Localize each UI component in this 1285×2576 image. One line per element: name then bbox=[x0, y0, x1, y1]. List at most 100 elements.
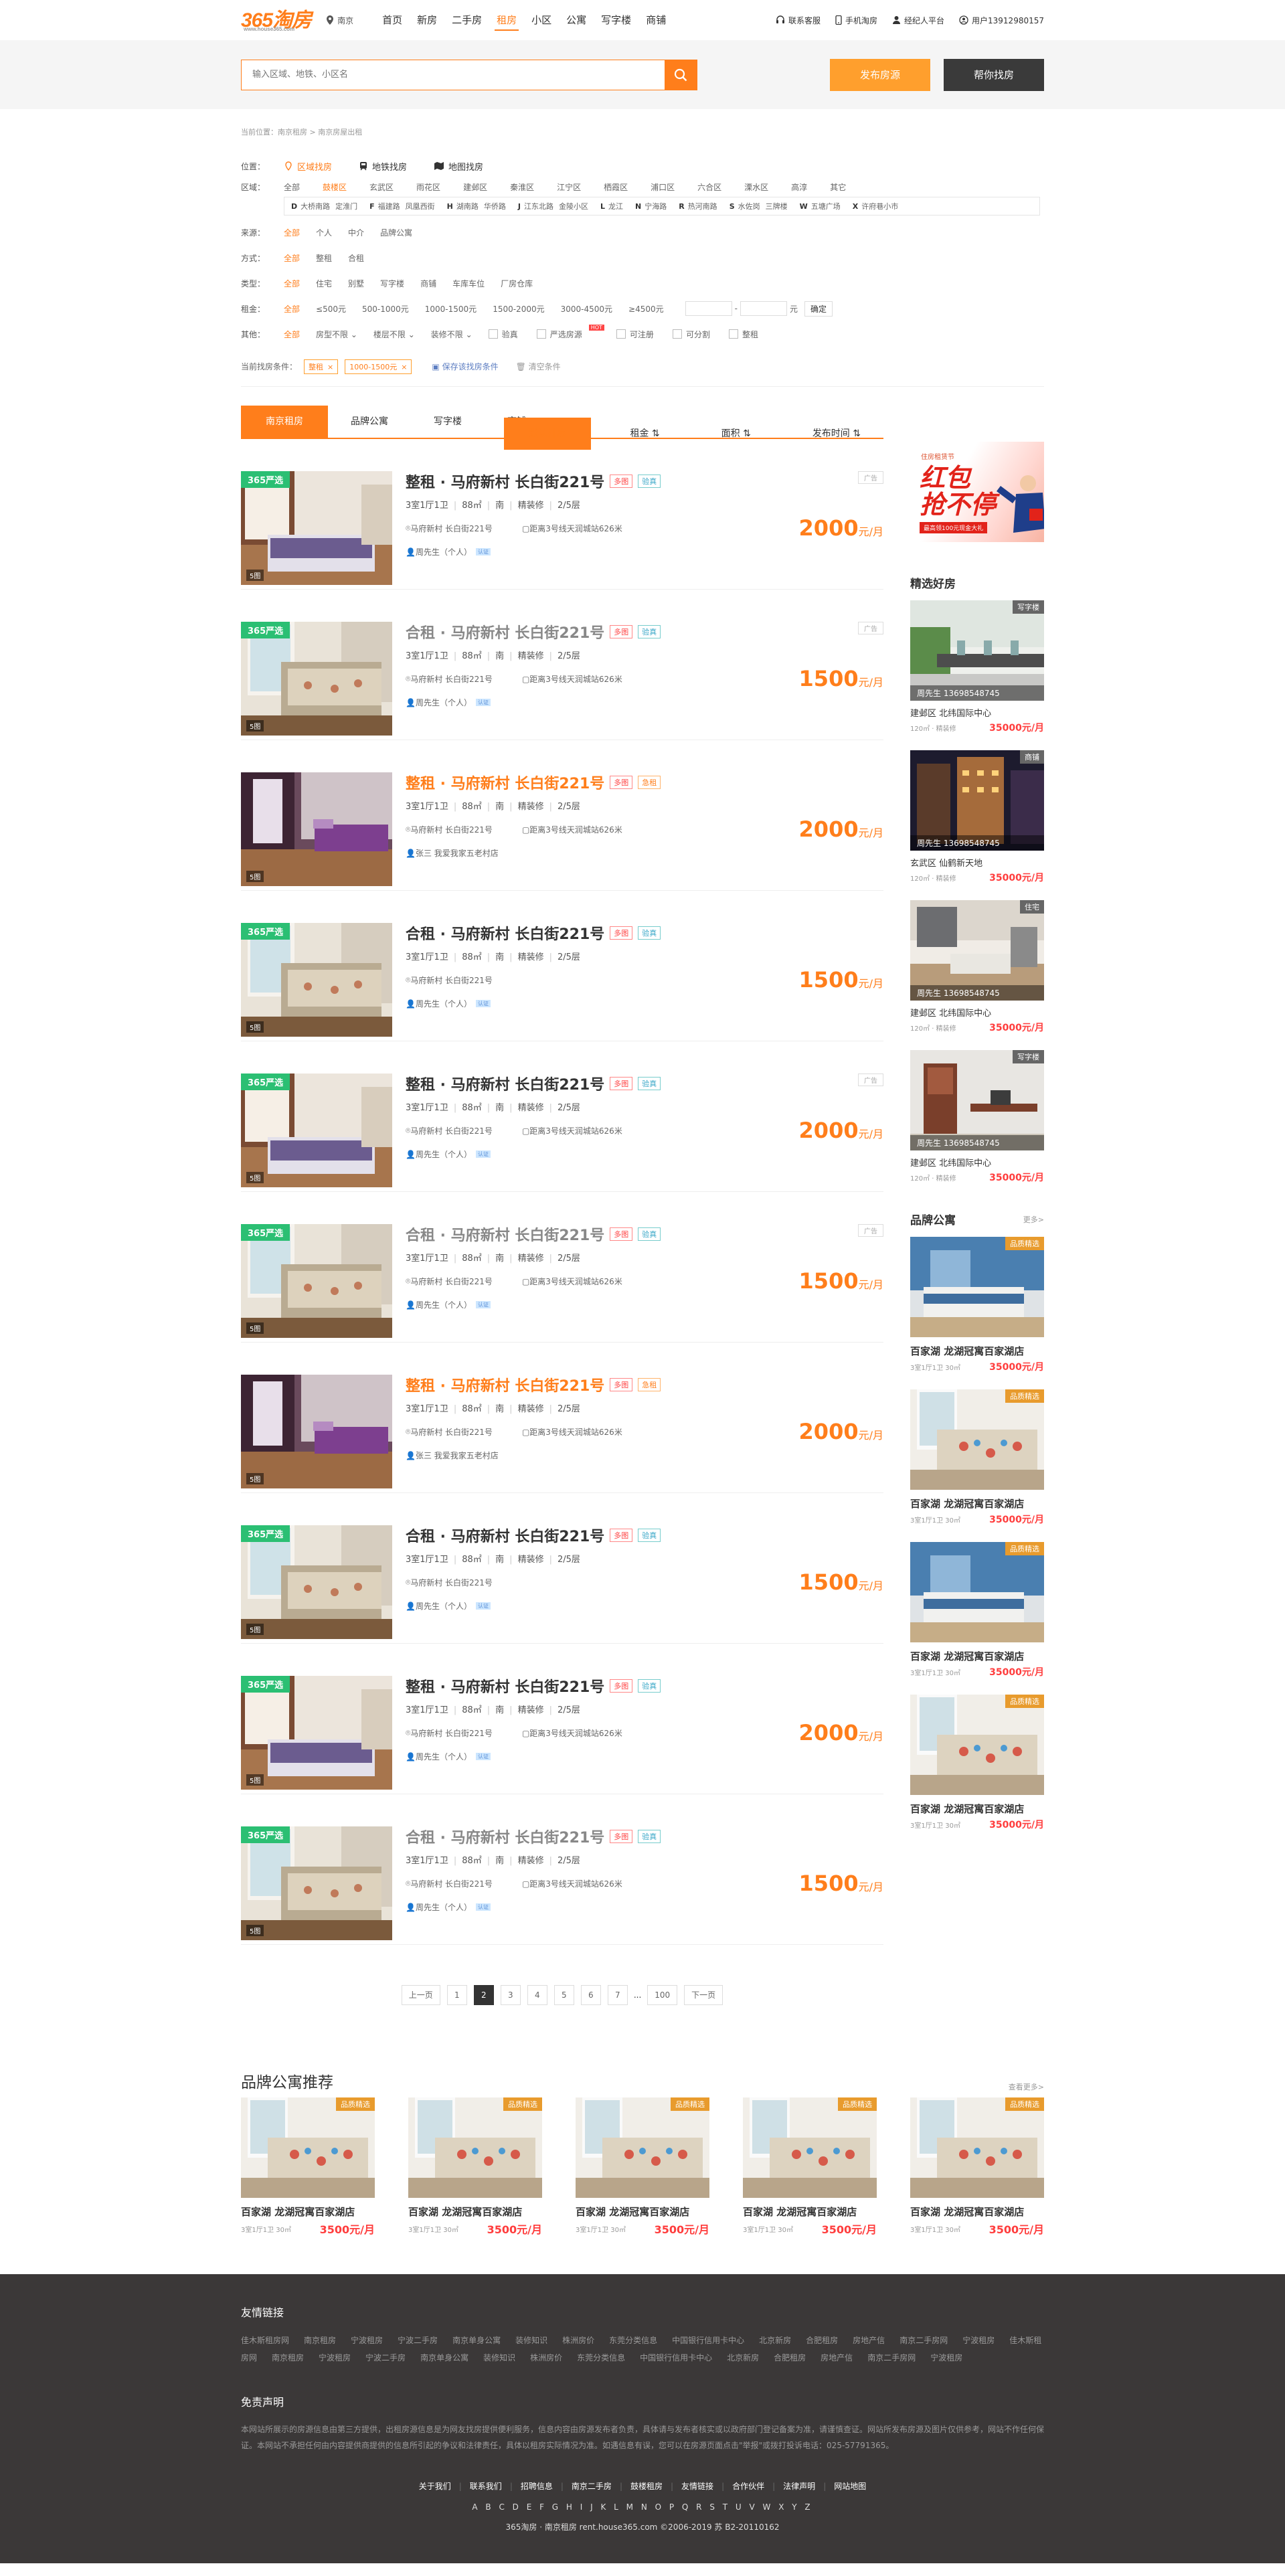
brand-name[interactable]: 百家湖 龙湖冠寓百家湖店 bbox=[910, 1802, 1044, 1816]
nav-item[interactable]: 首页 bbox=[375, 0, 410, 40]
filter-dropdown[interactable]: 楼层不限 ⌄ bbox=[373, 329, 415, 340]
filter-option[interactable]: 3000-4500元 bbox=[561, 303, 612, 315]
max-price-input[interactable] bbox=[740, 301, 787, 316]
brand-photo[interactable]: 品质精选 bbox=[910, 1695, 1044, 1795]
footer-nav-link[interactable]: 网站地图 bbox=[834, 2482, 866, 2491]
filter-checkbox[interactable]: 可分割 bbox=[673, 329, 710, 340]
friend-link[interactable]: 合肥租房 bbox=[806, 2336, 838, 2345]
filter-option[interactable]: ≥4500元 bbox=[628, 303, 664, 315]
footer-nav-link[interactable]: 鼓楼租房 bbox=[630, 2482, 663, 2491]
filter-option[interactable]: 车库车位 bbox=[452, 278, 485, 289]
friend-link[interactable]: 装修知识 bbox=[515, 2336, 547, 2345]
filter-option[interactable]: 全部 bbox=[284, 252, 300, 264]
filter-checkbox[interactable]: 整租 bbox=[729, 329, 758, 340]
friend-link[interactable]: 中国银行信用卡中心 bbox=[672, 2336, 744, 2345]
min-price-input[interactable] bbox=[685, 301, 732, 316]
sub-area-option[interactable]: 许府巷小市 bbox=[861, 201, 898, 211]
mode-area[interactable]: 区域找房 bbox=[284, 160, 332, 173]
friend-link[interactable]: 宁波租房 bbox=[962, 2336, 995, 2345]
nav-item[interactable]: 公寓 bbox=[559, 0, 594, 40]
listing-photo[interactable]: 5图 bbox=[241, 1375, 392, 1488]
agent-text[interactable]: 周先生（个人） bbox=[416, 1600, 472, 1612]
good-listing-photo[interactable]: 住宅 周先生 13698548745 bbox=[910, 900, 1044, 1001]
agent-text[interactable]: 张三 我爱我家五老村店 bbox=[416, 1450, 499, 1461]
tab-1[interactable]: 品牌公寓 bbox=[328, 406, 411, 438]
listing-photo[interactable]: 365严选 5图 bbox=[241, 1224, 392, 1338]
agent-text[interactable]: 周先生（个人） bbox=[416, 1751, 472, 1762]
friend-link[interactable]: 东莞分类信息 bbox=[577, 2353, 625, 2363]
friend-link[interactable]: 南京二手房网 bbox=[900, 2336, 948, 2345]
filter-checkbox[interactable]: 验真 bbox=[489, 329, 518, 340]
filter-option[interactable]: 厂房仓库 bbox=[501, 278, 533, 289]
friend-link[interactable]: 株洲房价 bbox=[562, 2336, 594, 2345]
friend-link[interactable]: 北京新房 bbox=[759, 2336, 791, 2345]
address-text[interactable]: 马府新村 长白街221号 bbox=[410, 1577, 493, 1588]
mode-subway[interactable]: 地铁找房 bbox=[359, 160, 407, 173]
sub-area-option[interactable]: 福建路 bbox=[378, 201, 400, 211]
listing-photo[interactable]: 365严选 5图 bbox=[241, 1525, 392, 1639]
friend-link[interactable]: 宁波二手房 bbox=[398, 2336, 438, 2345]
listing-title[interactable]: 合租 · 马府新村 长白街221号 多图 验真 bbox=[406, 622, 883, 642]
filter-option[interactable]: 鼓楼区 bbox=[323, 181, 347, 193]
page-button[interactable]: 100 bbox=[647, 1985, 678, 2005]
filter-option[interactable]: 溧水区 bbox=[744, 181, 768, 193]
good-listing-name[interactable]: 建邺区 北纬国际中心 bbox=[910, 1156, 1044, 1169]
page-button[interactable]: 2 bbox=[473, 1985, 494, 2005]
filter-option[interactable]: 全部 bbox=[284, 303, 300, 315]
recommend-name[interactable]: 百家湖 龙湖冠寓百家湖店 bbox=[743, 2205, 877, 2219]
good-listing-card[interactable]: 商铺 周先生 13698548745 玄武区 仙鹤新天地 120㎡ · 精装修 3500… bbox=[910, 750, 1044, 884]
listing-photo[interactable]: 365严选 5图 bbox=[241, 1074, 392, 1187]
listing-item[interactable]: 365严选 5图 合租 · 马府新村 长白街221号 多图 验真 3室1厅1卫 | 88㎡ | 南… bbox=[241, 590, 883, 740]
brand-card[interactable]: 品质精选 百家湖 龙湖冠寓百家湖店 3室1厅1卫 30㎡ 35000元/月 bbox=[910, 1237, 1044, 1373]
filter-checkbox[interactable]: 严选房源 bbox=[537, 329, 582, 340]
broker-link[interactable]: 经纪人平台 bbox=[892, 15, 944, 26]
listing-item[interactable]: 365严选 5图 整租 · 马府新村 长白街221号 多图 验真 3室1厅1卫 | 88㎡ | 南… bbox=[241, 1644, 883, 1794]
recommend-name[interactable]: 百家湖 龙湖冠寓百家湖店 bbox=[576, 2205, 709, 2219]
recommend-photo[interactable]: 品质精选 bbox=[910, 2097, 1044, 2198]
brand-photo[interactable]: 品质精选 bbox=[910, 1389, 1044, 1490]
listing-title[interactable]: 整租 · 马府新村 长白街221号 多图 验真 bbox=[406, 471, 883, 491]
search-button[interactable] bbox=[665, 60, 697, 90]
sub-area-option[interactable]: 华侨路 bbox=[484, 201, 506, 211]
address-text[interactable]: 马府新村 长白街221号 bbox=[410, 974, 493, 986]
site-logo[interactable]: 365淘房 www.house365.com bbox=[241, 3, 312, 33]
good-listing-photo[interactable]: 商铺 周先生 13698548745 bbox=[910, 750, 1044, 851]
listing-photo[interactable]: 365严选 5图 bbox=[241, 923, 392, 1037]
agent-text[interactable]: 张三 我爱我家五老村店 bbox=[416, 847, 499, 859]
filter-option[interactable]: 1000-1500元 bbox=[425, 303, 477, 315]
filter-option[interactable]: 栖霞区 bbox=[604, 181, 628, 193]
sub-area-option[interactable]: 龙江 bbox=[608, 201, 623, 211]
search-input[interactable] bbox=[242, 60, 665, 90]
recommend-card[interactable]: 品质精选 百家湖 龙湖冠寓百家湖店 3室1厅1卫 30㎡ 3500元/月 bbox=[743, 2097, 877, 2237]
good-listing-card[interactable]: 住宅 周先生 13698548745 建邺区 北纬国际中心 120㎡ · 精装修 350… bbox=[910, 900, 1044, 1034]
mode-map[interactable]: 地图找房 bbox=[434, 160, 483, 173]
listing-photo[interactable]: 365严选 5图 bbox=[241, 1676, 392, 1790]
save-conditions-link[interactable]: ▣ 保存该找房条件 bbox=[432, 361, 498, 372]
page-button[interactable]: 6 bbox=[580, 1985, 601, 2005]
sub-area-option[interactable]: 五塘广场 bbox=[811, 201, 841, 211]
prev-page-button[interactable]: 上一页 bbox=[401, 1985, 440, 2005]
sub-area-option[interactable]: 三牌楼 bbox=[766, 201, 788, 211]
listing-item[interactable]: 365严选 5图 合租 · 马府新村 长白街221号 多图 验真 3室1厅1卫 | 88㎡ | 南… bbox=[241, 1493, 883, 1644]
friend-link[interactable]: 中国银行信用卡中心 bbox=[640, 2353, 712, 2363]
recommend-card[interactable]: 品质精选 百家湖 龙湖冠寓百家湖店 3室1厅1卫 30㎡ 3500元/月 bbox=[241, 2097, 375, 2237]
listing-title[interactable]: 整租 · 马府新村 长白街221号 多图 急租 bbox=[406, 772, 883, 792]
filter-option[interactable]: 500-1000元 bbox=[362, 303, 409, 315]
brand-photo[interactable]: 品质精选 bbox=[910, 1237, 1044, 1337]
filter-option[interactable]: 全部 bbox=[284, 278, 300, 289]
agent-text[interactable]: 周先生（个人） bbox=[416, 998, 472, 1009]
recommend-card[interactable]: 品质精选 百家湖 龙湖冠寓百家湖店 3室1厅1卫 30㎡ 3500元/月 bbox=[408, 2097, 542, 2237]
tab-0[interactable]: 南京租房 bbox=[241, 406, 328, 438]
address-text[interactable]: 马府新村 长白街221号 bbox=[410, 673, 493, 685]
friend-link[interactable]: 合肥租房 bbox=[774, 2353, 806, 2363]
recommend-card[interactable]: 品质精选 百家湖 龙湖冠寓百家湖店 3室1厅1卫 30㎡ 3500元/月 bbox=[910, 2097, 1044, 2237]
footer-nav-link[interactable]: 友情链接 bbox=[681, 2482, 713, 2491]
tab-2[interactable]: 写字楼 bbox=[411, 406, 485, 438]
filter-option[interactable]: 商铺 bbox=[420, 278, 436, 289]
sub-area-option[interactable]: 湖南路 bbox=[456, 201, 479, 211]
help-find-button[interactable]: 帮你找房 bbox=[944, 58, 1044, 91]
page-button[interactable]: 4 bbox=[527, 1985, 547, 2005]
nav-item[interactable]: 二手房 bbox=[444, 0, 489, 40]
recommend-card[interactable]: 品质精选 百家湖 龙湖冠寓百家湖店 3室1厅1卫 30㎡ 3500元/月 bbox=[576, 2097, 709, 2237]
listing-title[interactable]: 合租 · 马府新村 长白街221号 多图 验真 bbox=[406, 1525, 883, 1545]
